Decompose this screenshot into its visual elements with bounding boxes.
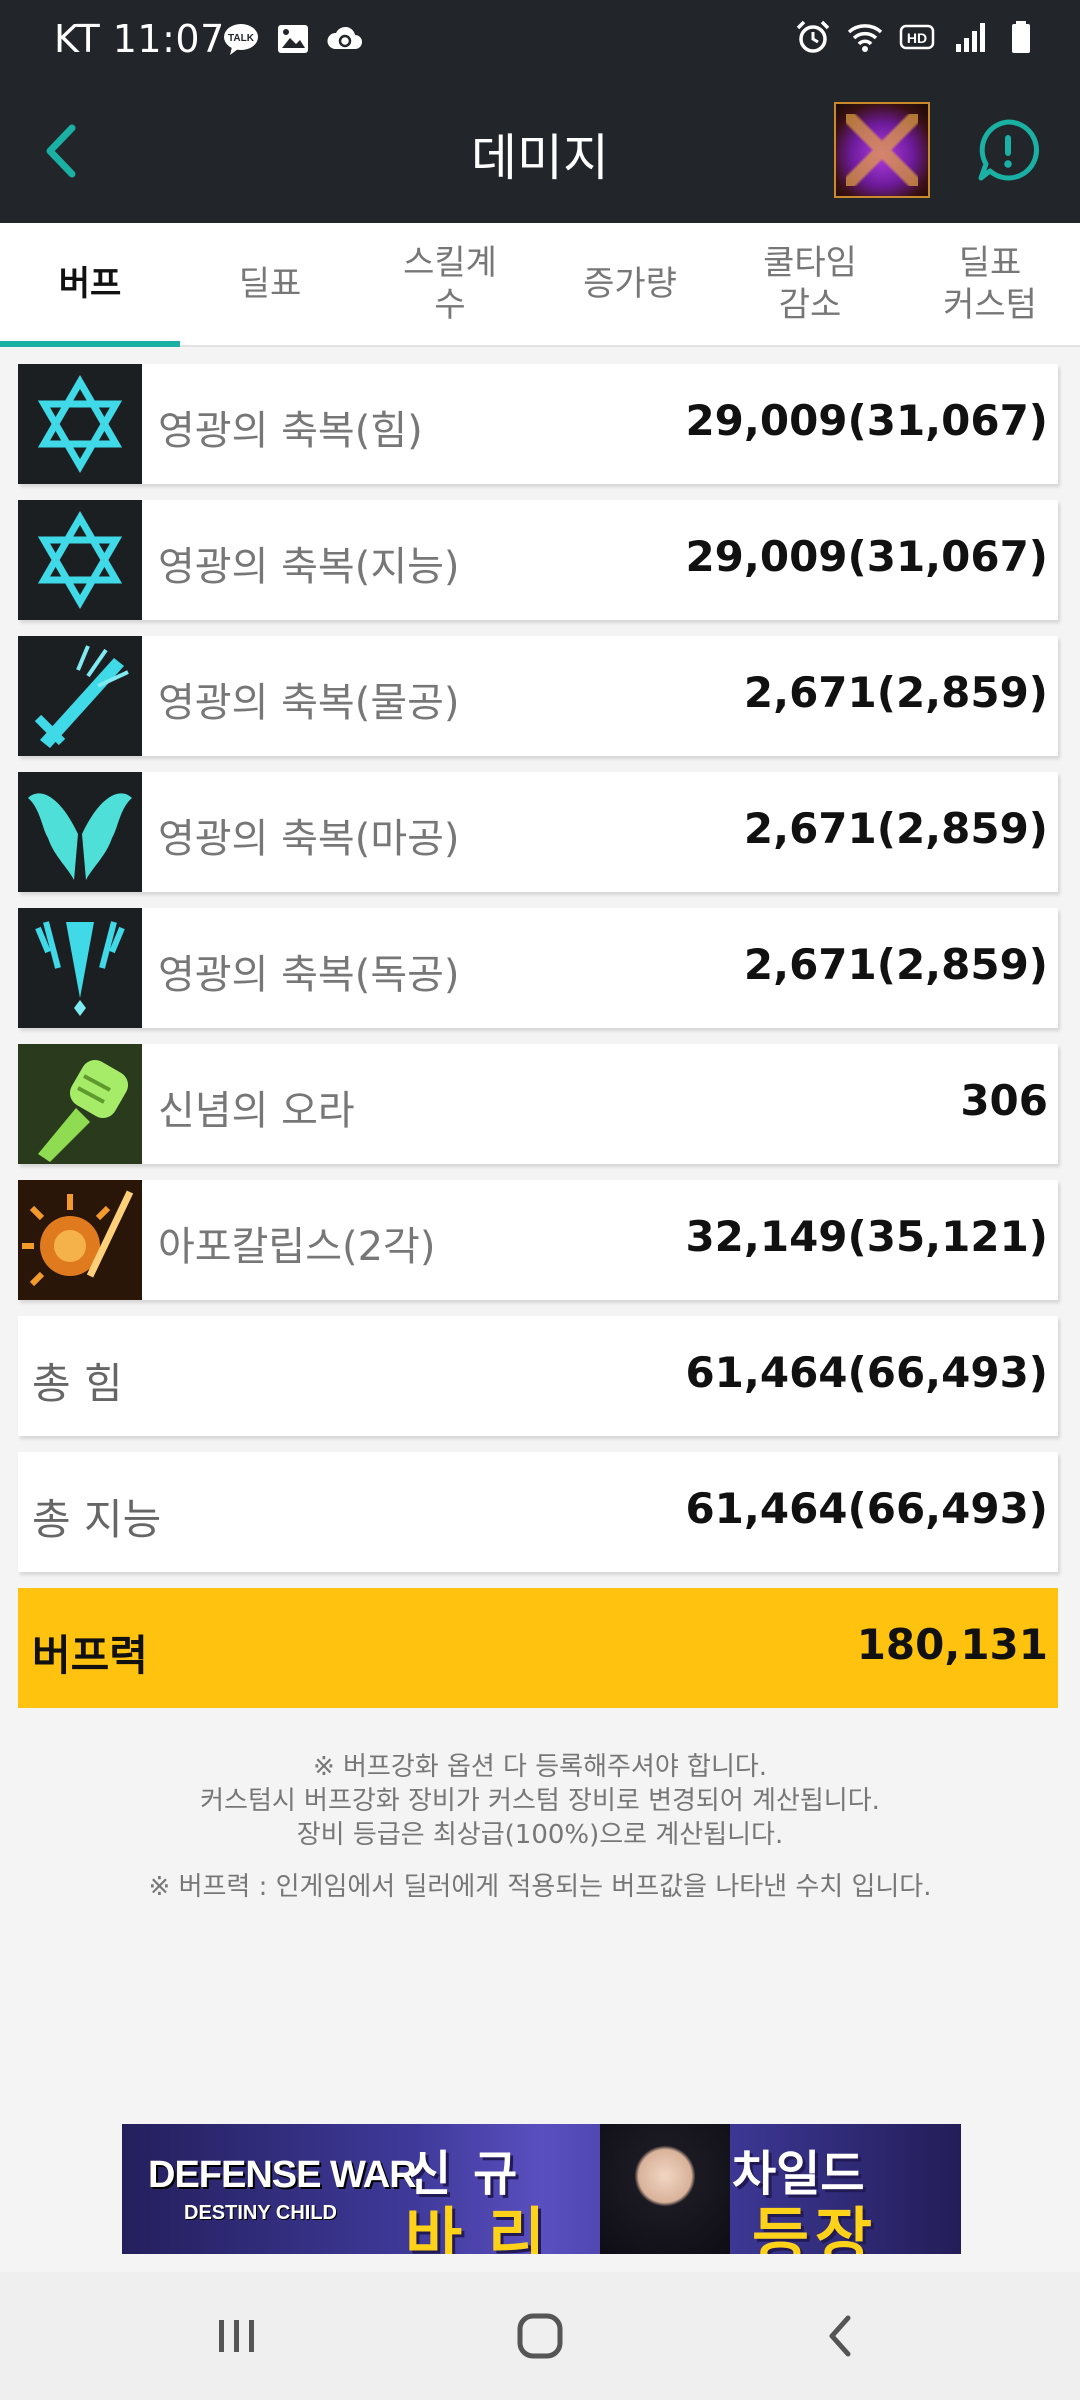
notification-icons: TALK [222, 20, 364, 58]
hexagram-icon [18, 500, 142, 620]
sword-icon [18, 636, 142, 756]
signal-icon [956, 23, 985, 52]
buff-value: 29,009(31,067) [685, 396, 1048, 445]
status-bar: KT 11:07 TALK HD [0, 0, 1080, 80]
total-row: 총 힘 61,464(66,493) [18, 1316, 1058, 1436]
banner-brand-sub: DESTINY CHILD [184, 2202, 337, 2224]
back-icon[interactable] [812, 2306, 872, 2366]
recent-apps-icon[interactable] [207, 2306, 267, 2366]
note-line: ※ 버프력 : 인게임에서 딜러에게 적용되는 버프값을 나타낸 수치 입니다. [148, 1872, 932, 1902]
buff-power-value: 180,131 [856, 1620, 1048, 1669]
system-icons: HD [794, 18, 1040, 56]
buff-label: 영광의 축복(독공) [158, 952, 460, 998]
tab-buff[interactable]: 버프 [0, 223, 180, 347]
buff-power-label: 버프력 [32, 1631, 148, 1680]
class-portrait-icon[interactable] [834, 102, 930, 198]
tab-damage-table[interactable]: 딜표 [180, 223, 360, 345]
buff-label: 신념의 오라 [158, 1088, 355, 1134]
alarm-icon [796, 20, 830, 53]
talk-icon: TALK [224, 24, 258, 55]
banner-brand: DEFENSE WAR [148, 2154, 417, 2196]
buff-value: 2,671(2,859) [743, 668, 1048, 717]
tab-skill-coefficient[interactable]: 스킬계 수 [360, 223, 540, 345]
note-line: 커스텀시 버프강화 장비가 커스텀 장비로 변경되어 계산됩니다. [200, 1786, 880, 1816]
buff-label: 영광의 축복(물공) [158, 680, 460, 726]
total-value: 61,464(66,493) [685, 1484, 1048, 1533]
svg-text:HD: HD [907, 30, 927, 46]
cloud-sync-icon [327, 26, 362, 49]
blade-icon [18, 908, 142, 1028]
fist-icon [18, 1044, 142, 1164]
alert-icon[interactable] [975, 118, 1041, 184]
note-line: ※ 버프강화 옵션 다 등록해주셔야 합니다. [312, 1752, 768, 1782]
total-value: 61,464(66,493) [685, 1348, 1048, 1397]
buff-row: 신념의 오라 306 [18, 1044, 1058, 1164]
tab-increase[interactable]: 증가량 [540, 223, 720, 345]
buff-row: 영광의 축복(지능) 29,009(31,067) [18, 500, 1058, 620]
buff-list: 영광의 축복(힘) 29,009(31,067) 영광의 축복(지능) 29,0… [18, 364, 1058, 1724]
note-line: 장비 등급은 최상급(100%)으로 계산됩니다. [296, 1820, 784, 1850]
banner-character-image [600, 2124, 730, 2254]
buff-value: 306 [960, 1076, 1048, 1125]
notes: ※ 버프강화 옵션 다 등록해주셔야 합니다. 커스텀시 버프강화 장비가 커스… [0, 1750, 1080, 1904]
buff-label: 영광의 축복(지능) [158, 544, 460, 590]
banner-headline: 등장 [752, 2200, 879, 2254]
buff-value: 32,149(35,121) [685, 1212, 1048, 1261]
total-label: 총 지능 [32, 1495, 162, 1544]
buff-row: 영광의 축복(독공) 2,671(2,859) [18, 908, 1058, 1028]
gallery-icon [278, 25, 308, 53]
buff-row: 영광의 축복(마공) 2,671(2,859) [18, 772, 1058, 892]
buff-label: 영광의 축복(힘) [158, 408, 423, 454]
buff-value: 2,671(2,859) [743, 804, 1048, 853]
wifi-icon [847, 24, 883, 52]
banner-headline: 바리 [405, 2200, 572, 2254]
total-row: 총 지능 61,464(66,493) [18, 1452, 1058, 1572]
buff-label: 영광의 축복(마공) [158, 816, 460, 862]
buff-row: 영광의 축복(힘) 29,009(31,067) [18, 364, 1058, 484]
buff-row: 영광의 축복(물공) 2,671(2,859) [18, 636, 1058, 756]
buff-row: 아포칼립스(2각) 32,149(35,121) [18, 1180, 1058, 1300]
svg-text:TALK: TALK [228, 33, 255, 44]
tab-cooldown-reduction[interactable]: 쿨타임 감소 [720, 223, 900, 345]
tab-damage-custom[interactable]: 딜표 커스텀 [900, 223, 1080, 345]
buff-power-row: 버프력 180,131 [18, 1588, 1058, 1708]
app-bar: 데미지 [0, 80, 1080, 223]
tab-bar: 버프 딜표 스킬계 수 증가량 쿨타임 감소 딜표 커스텀 [0, 223, 1080, 347]
battery-icon [1012, 21, 1030, 53]
system-nav-bar [0, 2272, 1080, 2400]
hd-icon: HD [899, 24, 935, 50]
apocalypse-icon [18, 1180, 142, 1300]
buff-value: 2,671(2,859) [743, 940, 1048, 989]
wings-icon [18, 772, 142, 892]
ad-banner[interactable]: DEFENSE WAR DESTINY CHILD 신규 바리 차일드 등장 [122, 2124, 961, 2254]
buff-value: 29,009(31,067) [685, 532, 1048, 581]
total-label: 총 힘 [32, 1359, 123, 1408]
hexagram-icon [18, 364, 142, 484]
buff-label: 아포칼립스(2각) [158, 1224, 436, 1270]
status-time: KT 11:07 [54, 17, 225, 61]
home-icon[interactable] [510, 2306, 570, 2366]
